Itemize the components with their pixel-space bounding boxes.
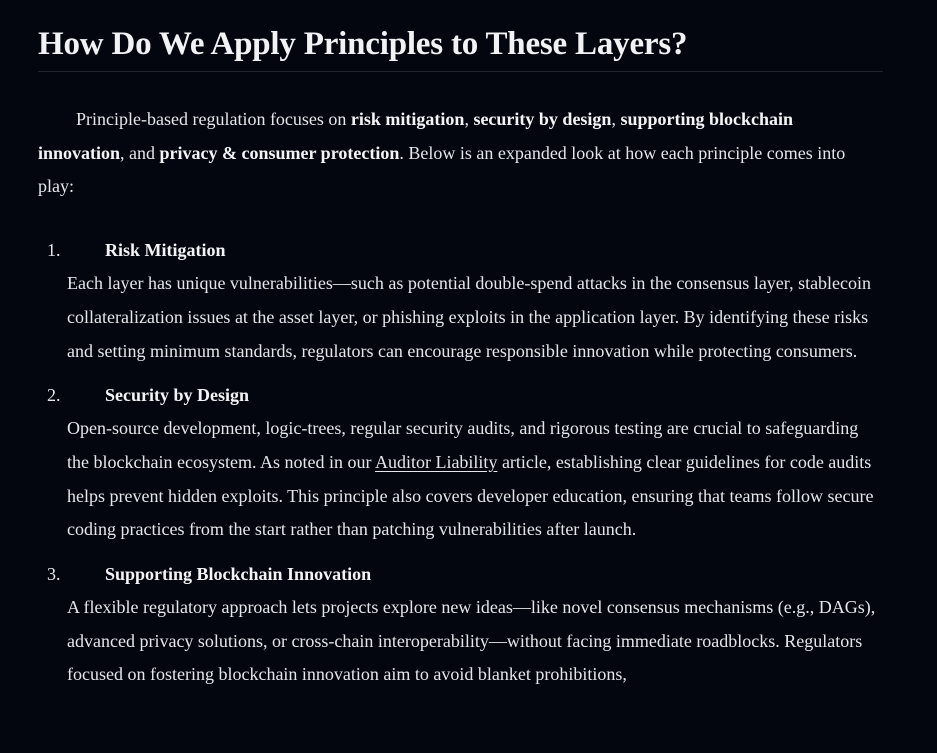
intro-bold-risk: risk mitigation (350, 109, 465, 129)
intro-text: Principle-based regulation focuses on (76, 109, 351, 129)
intro-paragraph: Principle-based regulation focuses on ri… (38, 103, 883, 204)
auditor-liability-link[interactable]: Auditor Liability (375, 452, 497, 472)
item-body: Open-source development, logic-trees, re… (67, 412, 883, 547)
item-number: 1. (47, 240, 61, 261)
intro-bold-privacy: privacy & consumer protection (159, 142, 400, 163)
item-title: Supporting Blockchain Innovation (105, 564, 372, 585)
item-title: Risk Mitigation (105, 240, 226, 261)
item-body: A flexible regulatory approach lets proj… (67, 597, 876, 685)
article: How Do We Apply Principles to These Laye… (38, 0, 883, 705)
heading-divider (38, 71, 883, 72)
item-number: 3. (47, 564, 61, 585)
list-item: 1. Risk Mitigation Each layer has unique… (38, 236, 883, 368)
item-title: Security by Design (105, 385, 249, 406)
intro-bold-security: security by design (473, 109, 612, 129)
principles-list: 1. Risk Mitigation Each layer has unique… (38, 236, 883, 692)
intro-text: , and (120, 142, 160, 163)
list-item: 2. Security by Design Open-source develo… (38, 381, 883, 547)
item-body: Each layer has unique vulnerabilities—su… (67, 273, 872, 361)
item-number: 2. (47, 385, 61, 406)
list-item: 3. Supporting Blockchain Innovation A fl… (38, 560, 883, 692)
page-title: How Do We Apply Principles to These Laye… (38, 26, 688, 62)
